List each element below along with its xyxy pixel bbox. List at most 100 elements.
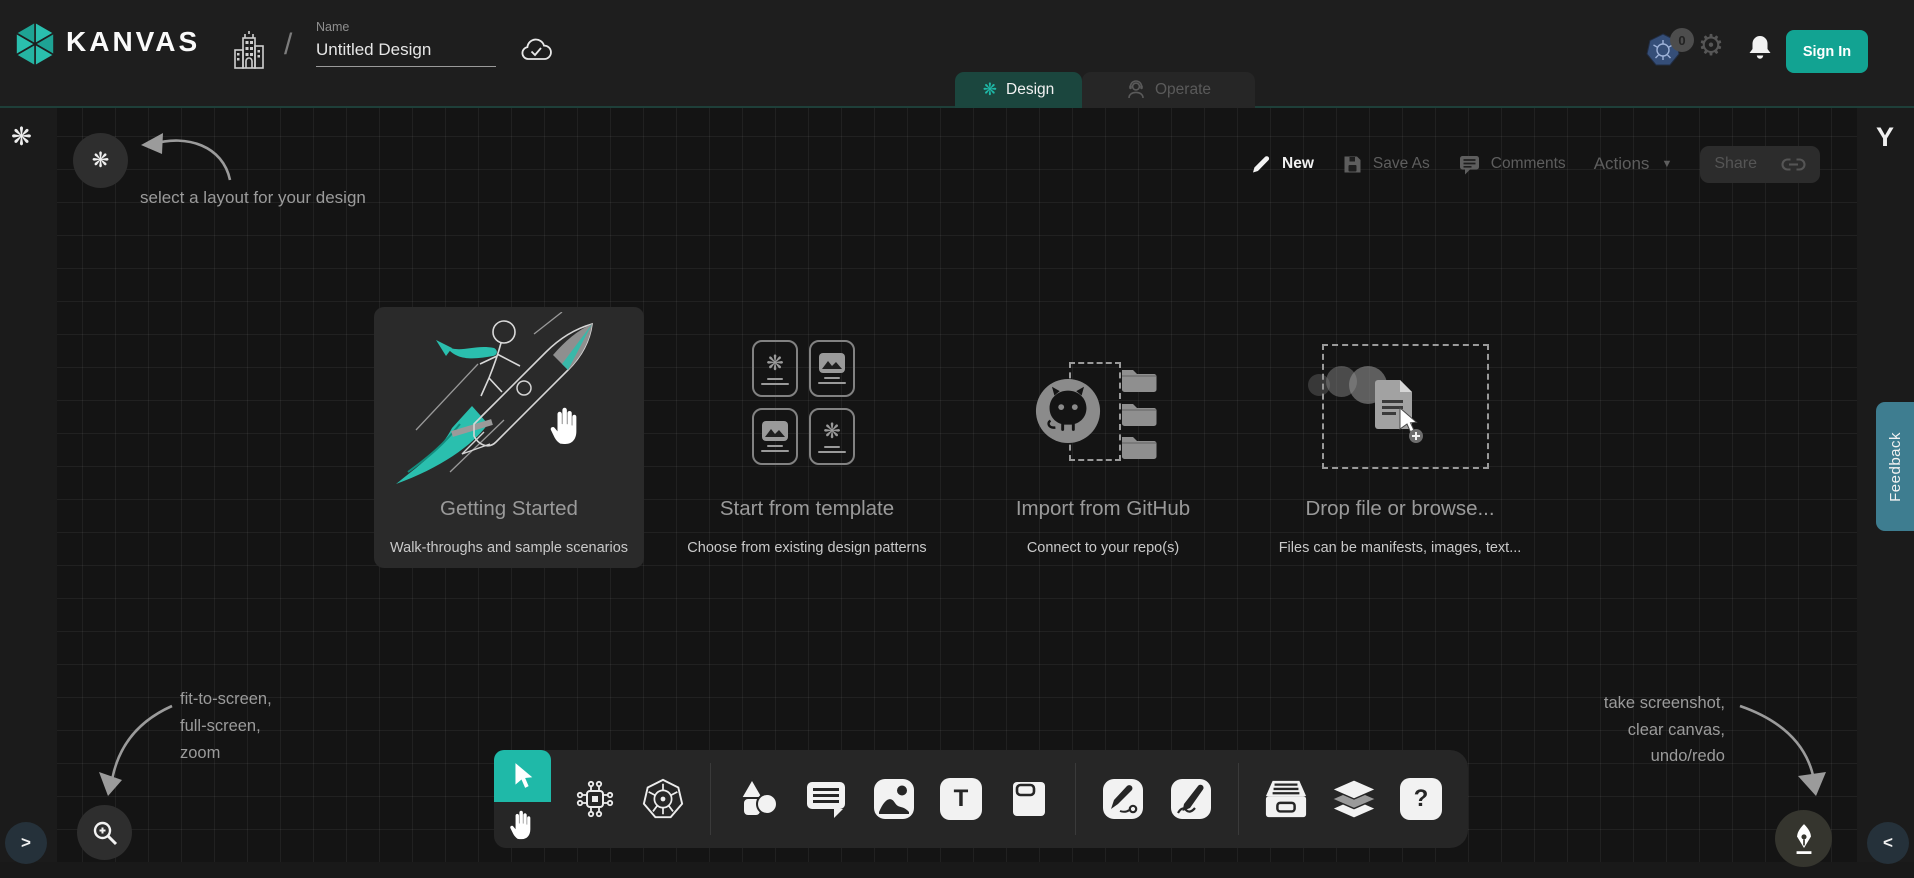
draw-actions-button[interactable]	[1775, 810, 1832, 867]
kubernetes-version-indicator[interactable]: 0	[1646, 32, 1682, 68]
rocket-doodle	[386, 312, 632, 497]
expand-left-panel-button[interactable]: >	[5, 822, 47, 864]
left-sidebar-strip	[0, 108, 57, 878]
app-header: KANVAS / Name	[0, 0, 1914, 108]
circuit-node-icon	[573, 777, 617, 821]
kanvas-logo-icon[interactable]	[12, 20, 58, 68]
save-as-label: Save As	[1373, 155, 1430, 173]
tab-design-label: Design	[1006, 81, 1054, 99]
note-label-icon	[1007, 778, 1049, 820]
organization-building-icon[interactable]	[232, 30, 266, 72]
feedback-label: Feedback	[1887, 432, 1904, 502]
text-tool[interactable]: T	[940, 778, 982, 820]
magnifier-plus-icon	[91, 819, 119, 847]
document-toolbar: New Save As Comments Actions ▼ Share	[1250, 146, 1820, 182]
actions-hint-text: take screenshot, clear canvas, undo/redo	[1545, 690, 1725, 770]
operate-headset-icon	[1126, 80, 1146, 100]
image-icon	[873, 778, 915, 820]
hand-icon	[508, 808, 538, 842]
y-logo[interactable]: Y	[1870, 122, 1900, 153]
shapes-tool[interactable]	[736, 777, 780, 821]
template-previews: ❋ ❋	[752, 340, 855, 465]
select-layout-button[interactable]: ❋	[73, 133, 128, 188]
template-tile[interactable]: ❋	[809, 408, 855, 465]
layout-flower-icon: ❋	[92, 148, 110, 173]
help-tool[interactable]: ?	[1400, 778, 1442, 820]
layers-tool[interactable]	[1332, 777, 1376, 821]
save-floppy-icon	[1342, 154, 1363, 175]
design-name-field: Name	[316, 20, 496, 67]
expand-right-panel-button[interactable]: <	[1867, 822, 1909, 864]
breadcrumb-separator: /	[284, 28, 292, 62]
feedback-tab[interactable]: Feedback	[1876, 402, 1914, 531]
pencil-tool[interactable]	[1169, 777, 1213, 821]
save-as-button[interactable]: Save As	[1342, 154, 1430, 175]
bottom-strip	[0, 862, 1914, 878]
spiral-logo-icon[interactable]: ❋	[11, 122, 32, 152]
comments-button[interactable]: Comments	[1458, 153, 1566, 176]
zoom-tools-button[interactable]	[77, 805, 132, 860]
pan-hand-tool[interactable]	[494, 802, 551, 848]
layers-stack-icon	[1332, 777, 1376, 821]
node-component-tool[interactable]	[573, 777, 617, 821]
design-name-input[interactable]	[316, 38, 496, 67]
settings-gear-icon[interactable]: ⚙	[1698, 32, 1724, 61]
comments-icon	[1458, 153, 1481, 176]
dock-divider	[1238, 763, 1239, 835]
spiral-icon: ❋	[823, 421, 841, 442]
question-mark-icon: ?	[1414, 785, 1429, 813]
select-cursor-tool[interactable]	[494, 750, 551, 802]
zoom-hint-text: fit-to-screen, full-screen, zoom	[180, 686, 272, 767]
template-tile[interactable]: ❋	[752, 340, 798, 397]
notifications-bell-icon[interactable]	[1747, 34, 1773, 62]
design-spiral-icon: ❋	[983, 80, 997, 100]
comments-label: Comments	[1491, 155, 1566, 173]
tab-design[interactable]: ❋ Design	[955, 72, 1082, 108]
repo-folders-icon	[1120, 362, 1164, 462]
archive-tool[interactable]	[1264, 777, 1308, 821]
cursor-arrow-icon	[510, 762, 536, 790]
template-tile[interactable]	[809, 340, 855, 397]
canvas-tool-dock: T	[494, 750, 1468, 848]
pen-tool[interactable]	[1101, 777, 1145, 821]
card-title[interactable]: Start from template	[637, 497, 977, 521]
tab-operate-label: Operate	[1155, 81, 1211, 99]
image-icon	[819, 353, 845, 373]
actions-dropdown[interactable]: Actions ▼	[1594, 154, 1673, 174]
caret-down-icon: ▼	[1661, 158, 1672, 170]
spiral-icon: ❋	[766, 353, 784, 374]
note-tool[interactable]	[1006, 777, 1050, 821]
pencil-icon	[1250, 153, 1272, 175]
kanvas-app: KANVAS / Name	[0, 0, 1914, 878]
pen-nib-icon	[1789, 822, 1819, 856]
share-link-icon	[1781, 157, 1806, 172]
dock-divider	[710, 763, 711, 835]
share-label: Share	[1714, 155, 1757, 173]
hand-cursor-icon	[548, 404, 586, 448]
image-tool[interactable]	[872, 777, 916, 821]
sign-in-button[interactable]: Sign In	[1786, 30, 1868, 73]
card-subtitle: Files can be manifests, images, text...	[1220, 540, 1580, 556]
pen-path-icon	[1102, 778, 1144, 820]
pencil-scribble-icon	[1170, 778, 1212, 820]
card-title: Getting Started	[339, 497, 679, 521]
cloud-saved-icon	[519, 37, 553, 63]
kubernetes-tool[interactable]	[641, 777, 685, 821]
github-octocat-icon[interactable]	[1034, 377, 1102, 445]
notification-count-badge: 0	[1670, 28, 1694, 52]
chevron-left-icon: <	[1883, 833, 1893, 853]
card-title[interactable]: Import from GitHub	[933, 497, 1273, 521]
share-button[interactable]: Share	[1700, 146, 1820, 183]
new-button[interactable]: New	[1250, 153, 1314, 175]
tab-operate[interactable]: Operate	[1082, 72, 1255, 108]
new-label: New	[1282, 155, 1314, 173]
chevron-right-icon: >	[21, 833, 31, 853]
text-tool-icon: T	[954, 785, 969, 813]
card-title[interactable]: Drop file or browse...	[1230, 497, 1570, 521]
drawer-archive-icon	[1264, 778, 1308, 820]
comment-tool[interactable]	[804, 777, 848, 821]
image-icon	[762, 421, 788, 441]
dock-divider	[1075, 763, 1076, 835]
layout-hint-text: select a layout for your design	[140, 188, 366, 208]
template-tile[interactable]	[752, 408, 798, 465]
